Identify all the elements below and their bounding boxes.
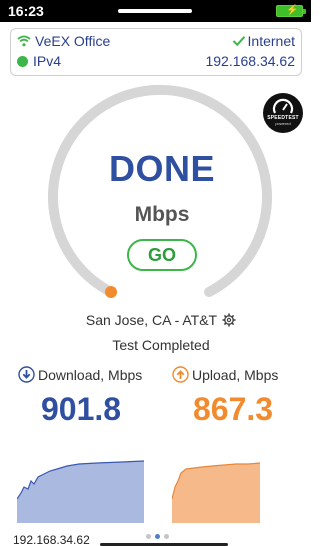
download-graph: [17, 460, 144, 523]
download-label: Download, Mbps: [18, 366, 142, 383]
status-time: 16:23: [8, 3, 44, 19]
test-status: Test Completed: [112, 337, 210, 353]
speedometer-icon: [272, 98, 294, 114]
battery-icon: ⚡: [276, 5, 306, 17]
download-label-text: Download, Mbps: [38, 366, 143, 383]
speedtest-brand-sub: powered: [275, 121, 291, 126]
upload-arrow-icon: [172, 366, 189, 383]
ip-version: IPv4: [33, 53, 62, 69]
footer-ip-address: 192.168.34.62: [13, 533, 90, 546]
page-dot-1[interactable]: [146, 534, 151, 539]
page-indicator[interactable]: [146, 534, 173, 539]
wifi-icon: [17, 35, 31, 47]
ip-address: 192.168.34.62: [205, 53, 295, 69]
upload-value: 867.3: [193, 391, 274, 427]
download-arrow-icon: [18, 366, 35, 383]
speed-unit: Mbps: [134, 203, 190, 226]
speedtest-logo[interactable]: SPEEDTEST powered: [263, 93, 303, 133]
upload-label: Upload, Mbps: [172, 366, 278, 383]
download-value: 901.8: [41, 391, 122, 427]
check-icon: [232, 36, 245, 47]
network-info-card[interactable]: VeEX Office Internet IPv4 192.168.34.62: [10, 28, 302, 76]
server-selector[interactable]: San Jose, CA - AT&T: [0, 312, 320, 328]
connection-status: Internet: [247, 33, 295, 49]
page-dot-3[interactable]: [164, 534, 169, 539]
go-button[interactable]: GO: [127, 239, 197, 271]
ipv4-status-dot-icon: [17, 55, 28, 67]
upload-label-text: Upload, Mbps: [192, 366, 279, 383]
server-location: San Jose, CA - AT&T: [85, 312, 218, 328]
gauge-needle-dot: [105, 286, 117, 298]
wifi-ssid: VeEX Office: [35, 33, 111, 49]
test-state: DONE: [108, 148, 215, 189]
notch-pill: [118, 9, 192, 13]
gear-icon[interactable]: [222, 313, 236, 327]
status-bar: 16:23 ⚡: [0, 0, 311, 22]
page-dot-2[interactable]: [155, 534, 160, 539]
upload-graph: [172, 462, 260, 523]
